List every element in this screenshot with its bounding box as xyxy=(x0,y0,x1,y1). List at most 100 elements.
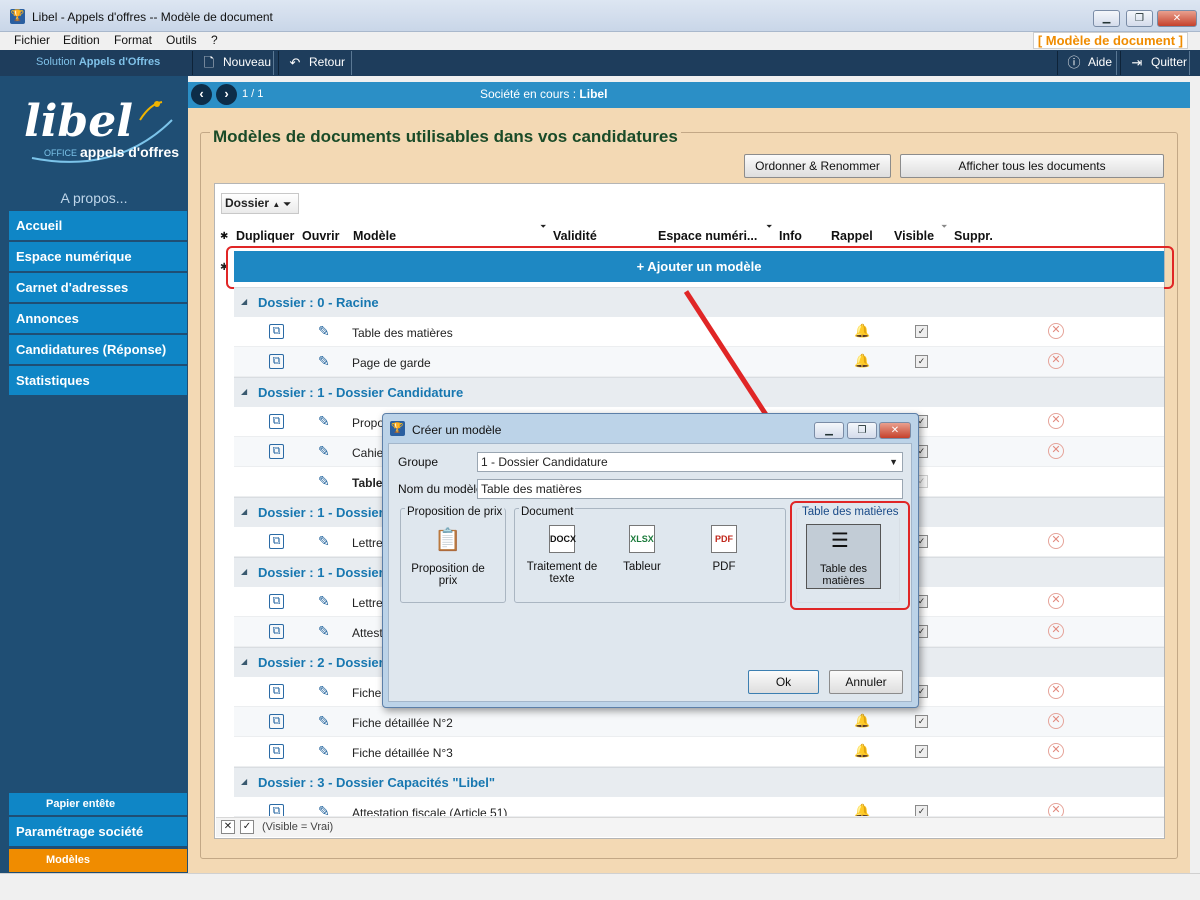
minimize-button[interactable]: ▁ xyxy=(1093,10,1120,27)
delete-icon[interactable]: ✕ xyxy=(1048,803,1064,816)
maximize-button[interactable]: ❐ xyxy=(1126,10,1153,27)
group-row[interactable]: ◢ Dossier : 3 - Dossier Capacités "Libel" xyxy=(234,767,1164,797)
col-dupliquer[interactable]: Dupliquer xyxy=(236,229,294,243)
duplicate-icon[interactable]: ⧉ xyxy=(269,714,284,729)
duplicate-icon[interactable]: ⧉ xyxy=(269,354,284,369)
menu-format[interactable]: Format xyxy=(114,33,152,47)
col-validite[interactable]: Validité xyxy=(553,229,597,243)
table-row[interactable]: ⧉ ✎ Table des matières 🔔 ✓ ✕ xyxy=(234,317,1164,347)
col-ouvrir[interactable]: Ouvrir xyxy=(302,229,340,243)
back-button[interactable]: ↶ Retour xyxy=(278,51,352,75)
col-visible[interactable]: Visible xyxy=(894,229,934,243)
nav-carnet-adresses[interactable]: Carnet d'adresses xyxy=(9,273,187,303)
duplicate-icon[interactable]: ⧉ xyxy=(269,414,284,429)
delete-icon[interactable]: ✕ xyxy=(1048,413,1064,429)
next-icon[interactable]: › xyxy=(216,84,237,105)
price-proposal-tile[interactable]: 📋 Proposition de prix xyxy=(408,525,488,587)
nav-papier-entete[interactable]: Papier entête xyxy=(9,793,187,815)
dialog-close-button[interactable]: ✕ xyxy=(879,422,911,439)
edit-icon[interactable]: ✎ xyxy=(318,443,334,459)
menu-help[interactable]: ? xyxy=(211,33,218,47)
chevron-down-icon[interactable]: ▼ xyxy=(889,453,898,471)
visible-checkbox[interactable]: ✓ xyxy=(915,745,928,758)
nav-parametrage-societe[interactable]: Paramétrage société xyxy=(9,817,187,847)
visible-checkbox[interactable]: ✓ xyxy=(915,715,928,728)
nav-statistiques[interactable]: Statistiques xyxy=(9,366,187,396)
new-button[interactable]: 🗋 Nouveau xyxy=(192,51,274,75)
collapse-icon[interactable]: ◢ xyxy=(241,387,247,396)
filter-toggle-checkbox[interactable]: ✓ xyxy=(240,820,254,834)
nav-accueil[interactable]: Accueil xyxy=(9,211,187,241)
nav-modeles[interactable]: Modèles xyxy=(9,849,187,872)
nav-candidatures[interactable]: Candidatures (Réponse) xyxy=(9,335,187,365)
collapse-icon[interactable]: ◢ xyxy=(241,777,247,786)
table-row[interactable]: ⧉ ✎ Fiche détaillée N°2 🔔 ✓ ✕ xyxy=(234,707,1164,737)
col-modele[interactable]: Modèle xyxy=(353,229,396,243)
previous-icon[interactable]: ‹ xyxy=(191,84,212,105)
filter-icon[interactable]: ⏷ xyxy=(766,222,772,232)
duplicate-icon[interactable]: ⧉ xyxy=(269,444,284,459)
delete-icon[interactable]: ✕ xyxy=(1048,713,1064,729)
ok-button[interactable]: Ok xyxy=(748,670,819,694)
table-row[interactable]: ⧉ ✎ Page de garde 🔔 ✓ ✕ xyxy=(234,347,1164,377)
nav-annonces[interactable]: Annonces xyxy=(9,304,187,334)
edit-icon[interactable]: ✎ xyxy=(318,623,334,639)
groupby-chip[interactable]: Dossier ▲ ⏷ xyxy=(221,193,299,214)
filter-icon[interactable]: ⏷ xyxy=(540,222,546,232)
model-name-input[interactable]: Table des matières xyxy=(477,479,903,499)
dialog-maximize-button[interactable]: ❐ xyxy=(847,422,877,439)
quit-button[interactable]: ⇥ Quitter xyxy=(1120,51,1190,75)
edit-icon[interactable]: ✎ xyxy=(318,533,334,549)
delete-icon[interactable]: ✕ xyxy=(1048,443,1064,459)
pdf-tile[interactable]: PDF PDF xyxy=(684,525,764,573)
about-link[interactable]: A propos... xyxy=(0,190,188,206)
duplicate-icon[interactable]: ⧉ xyxy=(269,594,284,609)
duplicate-icon[interactable]: ⧉ xyxy=(269,744,284,759)
cancel-button[interactable]: Annuler xyxy=(829,670,903,694)
order-rename-button[interactable]: Ordonner & Renommer xyxy=(744,154,891,178)
menu-fichier[interactable]: Fichier xyxy=(14,33,50,47)
edit-icon[interactable]: ✎ xyxy=(318,323,334,339)
collapse-icon[interactable]: ◢ xyxy=(241,297,247,306)
menu-outils[interactable]: Outils xyxy=(166,33,197,47)
visible-checkbox[interactable]: ✓ xyxy=(915,805,928,816)
show-all-documents-button[interactable]: Afficher tous les documents xyxy=(900,154,1164,178)
delete-icon[interactable]: ✕ xyxy=(1048,623,1064,639)
help-button[interactable]: ⓘ Aide xyxy=(1057,51,1117,75)
spreadsheet-tile[interactable]: XLSX Tableur xyxy=(602,525,682,573)
col-espace-numerique[interactable]: Espace numéri... xyxy=(658,229,757,243)
duplicate-icon[interactable]: ⧉ xyxy=(269,804,284,816)
visible-checkbox[interactable]: ✓ xyxy=(915,325,928,338)
nav-espace-numerique[interactable]: Espace numérique xyxy=(9,242,187,272)
col-rappel[interactable]: Rappel xyxy=(831,229,873,243)
edit-icon[interactable]: ✎ xyxy=(318,683,334,699)
delete-icon[interactable]: ✕ xyxy=(1048,743,1064,759)
col-suppr[interactable]: Suppr. xyxy=(954,229,993,243)
duplicate-icon[interactable]: ⧉ xyxy=(269,684,284,699)
duplicate-icon[interactable]: ⧉ xyxy=(269,534,284,549)
collapse-icon[interactable]: ◢ xyxy=(241,507,247,516)
col-info[interactable]: Info xyxy=(779,229,802,243)
clear-filter-icon[interactable]: ✕ xyxy=(221,820,235,834)
table-row[interactable]: ⧉ ✎ Attestation fiscale (Article 51) 🔔 ✓ ✕ xyxy=(234,797,1164,817)
dialog-minimize-button[interactable]: ▁ xyxy=(814,422,844,439)
delete-icon[interactable]: ✕ xyxy=(1048,533,1064,549)
delete-icon[interactable]: ✕ xyxy=(1048,683,1064,699)
close-window-button[interactable]: ✕ xyxy=(1157,10,1197,27)
collapse-icon[interactable]: ◢ xyxy=(241,657,247,666)
menu-edition[interactable]: Edition xyxy=(63,33,100,47)
collapse-icon[interactable]: ◢ xyxy=(241,567,247,576)
delete-icon[interactable]: ✕ xyxy=(1048,593,1064,609)
edit-icon[interactable]: ✎ xyxy=(318,593,334,609)
group-select[interactable]: 1 - Dossier Candidature ▼ xyxy=(477,452,903,472)
filter-icon[interactable]: ⏷ xyxy=(941,222,947,232)
visible-checkbox[interactable]: ✓ xyxy=(915,355,928,368)
duplicate-icon[interactable]: ⧉ xyxy=(269,624,284,639)
edit-icon[interactable]: ✎ xyxy=(318,473,334,489)
delete-icon[interactable]: ✕ xyxy=(1048,353,1064,369)
group-row[interactable]: ◢ Dossier : 1 - Dossier Candidature xyxy=(234,377,1164,407)
edit-icon[interactable]: ✎ xyxy=(318,803,334,816)
duplicate-icon[interactable]: ⧉ xyxy=(269,324,284,339)
table-row[interactable]: ⧉ ✎ Fiche détaillée N°3 🔔 ✓ ✕ xyxy=(234,737,1164,767)
delete-icon[interactable]: ✕ xyxy=(1048,323,1064,339)
